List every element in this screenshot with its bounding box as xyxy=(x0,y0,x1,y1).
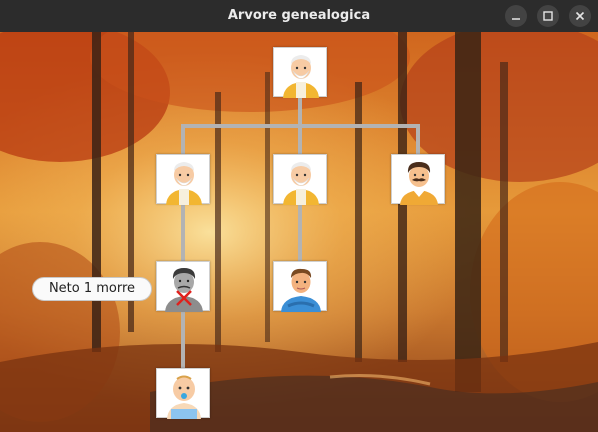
app-window: Arvore genealogica Neto 1 morre xyxy=(0,0,598,432)
minimize-icon xyxy=(512,18,520,20)
tree-node-child-3[interactable] xyxy=(391,154,445,205)
young-man-avatar-icon xyxy=(281,268,321,312)
close-button[interactable] xyxy=(569,5,591,27)
minimize-button[interactable] xyxy=(505,5,527,27)
grandfather-avatar-icon xyxy=(283,55,319,98)
title-bar[interactable]: Arvore genealogica xyxy=(0,0,598,32)
mustached-man-avatar-icon xyxy=(400,162,438,205)
node-tooltip: Neto 1 morre xyxy=(32,277,152,301)
tree-canvas: Neto 1 morre xyxy=(0,32,598,432)
maximize-button[interactable] xyxy=(537,5,559,27)
baby-avatar-icon xyxy=(167,375,201,419)
tree-node-child-1[interactable] xyxy=(156,154,210,205)
elderly-man-avatar-icon xyxy=(283,162,319,205)
deceased-man-avatar-icon xyxy=(165,268,203,312)
maximize-icon xyxy=(543,11,553,21)
tree-node-grandchild-2[interactable] xyxy=(273,261,327,312)
elderly-man-avatar-icon xyxy=(166,162,202,205)
tree-node-grandchild-1[interactable] xyxy=(156,261,210,312)
tree-node-root[interactable] xyxy=(273,47,327,98)
close-icon xyxy=(575,11,585,21)
tree-node-child-2[interactable] xyxy=(273,154,327,205)
tree-node-great-grandchild-1[interactable] xyxy=(156,368,210,419)
